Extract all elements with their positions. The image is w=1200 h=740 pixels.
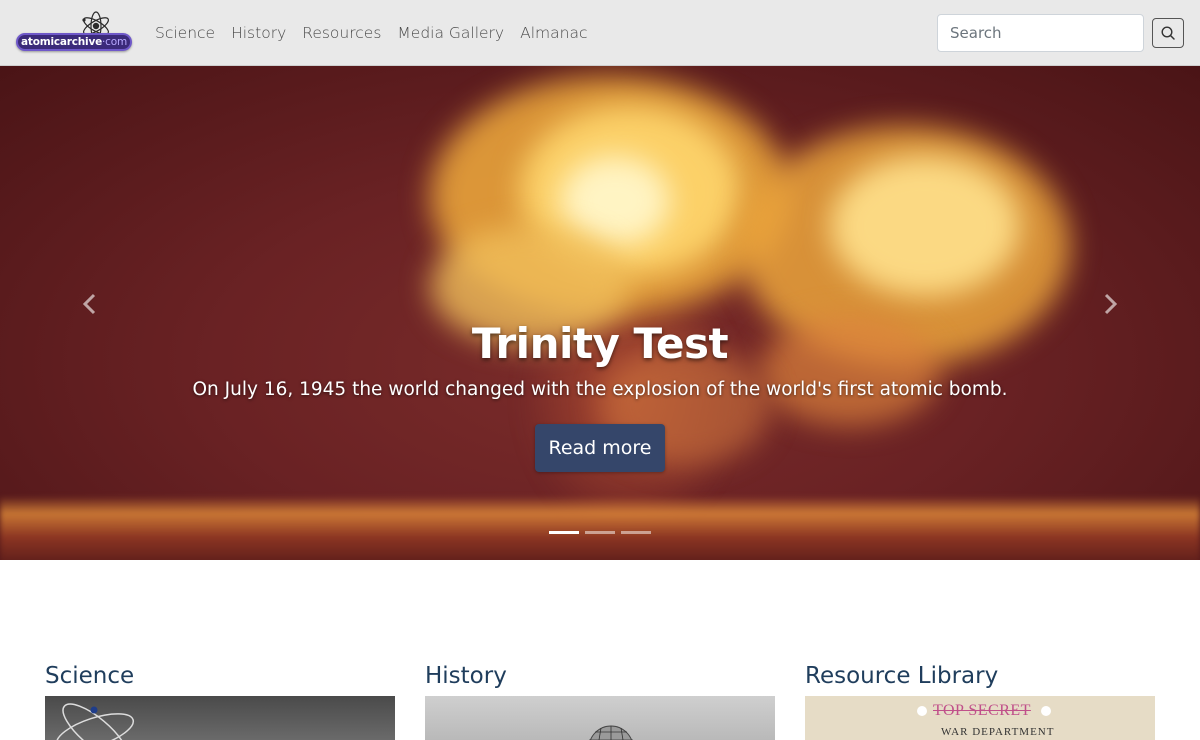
document-stamp: TOP SECRET — [933, 702, 1031, 719]
science-card: Science — [45, 660, 395, 740]
section-title-history[interactable]: History — [425, 660, 775, 696]
navbar: atomicarchive·com Science History Resour… — [0, 0, 1200, 66]
chevron-left-icon — [82, 293, 96, 315]
search-icon — [1161, 26, 1175, 40]
section-title-science[interactable]: Science — [45, 660, 395, 696]
hero-image-ground — [0, 496, 1200, 560]
nav-link-media-gallery[interactable]: Media Gallery — [389, 24, 512, 42]
main-nav: Science History Resources Media Gallery … — [147, 0, 595, 66]
search-input[interactable] — [937, 14, 1144, 52]
chevron-right-icon — [1104, 293, 1118, 315]
logo-badge: atomicarchive·com — [16, 33, 132, 51]
carousel-next-button[interactable] — [1096, 290, 1124, 318]
carousel-title: Trinity Test — [471, 319, 729, 368]
read-more-button[interactable]: Read more — [535, 424, 665, 472]
document-department: WAR DEPARTMENT — [941, 726, 1055, 738]
resource-library-image[interactable]: TOP SECRET WAR DEPARTMENT — [805, 696, 1155, 740]
search-button[interactable] — [1152, 18, 1184, 48]
science-image[interactable] — [45, 696, 395, 740]
history-image[interactable] — [425, 696, 775, 740]
carousel-text: On July 16, 1945 the world changed with … — [192, 379, 1008, 400]
carousel-indicator-1[interactable] — [549, 531, 579, 534]
carousel-indicator-2[interactable] — [585, 531, 615, 534]
nav-link-almanac[interactable]: Almanac — [512, 24, 595, 42]
atom-icon — [55, 703, 135, 740]
carousel-prev-button[interactable] — [76, 290, 104, 318]
nav-link-resources[interactable]: Resources — [294, 24, 389, 42]
hero-carousel: Trinity Test On July 16, 1945 the world … — [0, 66, 1200, 560]
site-logo[interactable]: atomicarchive·com — [14, 10, 134, 56]
nav-link-science[interactable]: Science — [147, 24, 223, 42]
history-card: History — [425, 660, 775, 740]
resource-library-card: Resource Library TOP SECRET WAR DEPARTME… — [805, 660, 1155, 740]
section-title-resource-library[interactable]: Resource Library — [805, 660, 1155, 696]
hero-image-cloud — [830, 156, 1020, 296]
nav-link-history[interactable]: History — [223, 24, 294, 42]
document-hole — [917, 706, 927, 716]
carousel-caption: Trinity Test On July 16, 1945 the world … — [0, 316, 1200, 404]
document-hole — [1041, 706, 1051, 716]
carousel-indicator-3[interactable] — [621, 531, 651, 534]
logo-text: atomicarchive·com — [21, 36, 127, 48]
carousel-indicators — [549, 531, 651, 534]
bomb-sphere-icon — [589, 725, 633, 740]
